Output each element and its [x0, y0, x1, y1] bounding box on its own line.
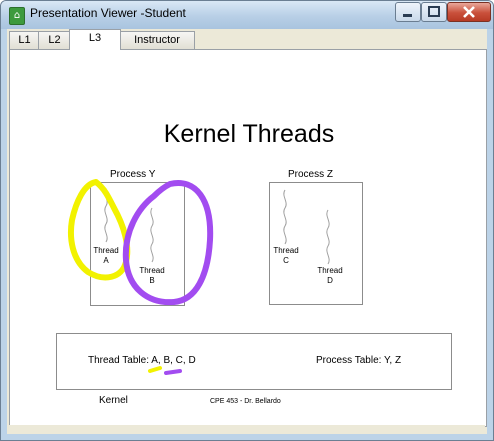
- app-icon: ⌂: [9, 7, 25, 25]
- minimize-icon: [403, 14, 412, 17]
- window-title: Presentation Viewer -Student: [30, 6, 186, 20]
- yellow-circle-annotation: [67, 179, 131, 281]
- annotation-layer: [67, 179, 214, 375]
- close-icon: [463, 6, 475, 18]
- yellow-underline-annotation: [148, 366, 162, 373]
- bottom-status-strip: [9, 425, 485, 433]
- slide-canvas: Kernel Threads Process Y Process Z Threa…: [14, 50, 486, 415]
- close-button[interactable]: [447, 2, 491, 22]
- maximize-button[interactable]: [421, 2, 447, 22]
- tab-l1[interactable]: L1: [9, 31, 40, 49]
- tab-instructor[interactable]: Instructor: [119, 31, 195, 49]
- tab-l3[interactable]: L3: [69, 29, 121, 50]
- minimize-button[interactable]: [395, 2, 421, 22]
- purple-circle-annotation: [122, 180, 214, 306]
- presentation-viewer-window: ⌂ Presentation Viewer -Student L1 L2 L3 …: [0, 0, 494, 441]
- maximize-icon: [428, 6, 440, 17]
- purple-underline-annotation: [164, 369, 182, 375]
- tab-l2[interactable]: L2: [38, 31, 71, 49]
- client-area: L1 L2 L3 Instructor Kernel Threads Proce…: [7, 29, 487, 434]
- slide-panel: Kernel Threads Process Y Process Z Threa…: [9, 49, 487, 427]
- title-bar[interactable]: ⌂ Presentation Viewer -Student: [1, 1, 493, 29]
